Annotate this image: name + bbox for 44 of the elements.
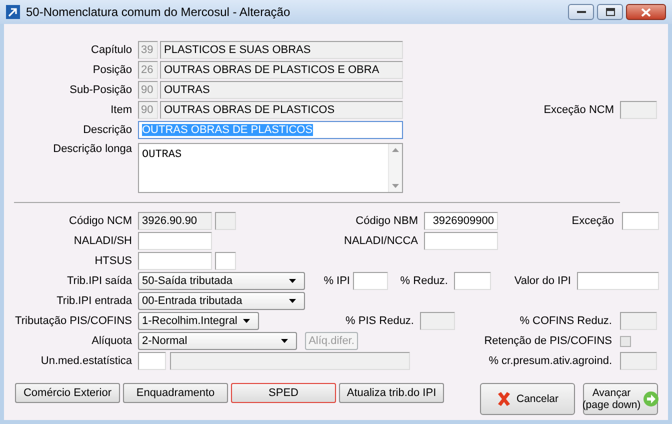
field-label: % IPI bbox=[322, 275, 350, 287]
field-label: HTSUS bbox=[94, 255, 132, 267]
window-title: 50-Nomenclatura comum do Mercosul - Alteração bbox=[26, 5, 292, 19]
section-button[interactable]: SPED bbox=[231, 383, 336, 403]
description-text: OUTRAS OBRAS DE PLASTICOS bbox=[142, 124, 313, 136]
field-label: Valor do IPI bbox=[513, 275, 571, 287]
field-label: Un.med.estatística bbox=[40, 355, 132, 367]
field-label: Retenção de PIS/COFINS bbox=[483, 335, 612, 347]
field-label: Código NBM bbox=[354, 215, 418, 227]
name-field[interactable]: OUTRAS bbox=[160, 81, 403, 99]
pis-cofins-dropdown[interactable]: 1-Recolhim.Integral bbox=[138, 312, 259, 330]
name-field[interactable]: PLASTICOS E SUAS OBRAS bbox=[160, 41, 403, 59]
long-description-field[interactable]: OUTRAS bbox=[138, 143, 403, 193]
field-label: Tributação PIS/COFINS bbox=[14, 315, 132, 327]
field-label: % cr.presum.ativ.agroind. bbox=[488, 355, 612, 367]
field-label: Posição bbox=[92, 64, 132, 76]
field-label: % PIS Reduz. bbox=[344, 315, 414, 327]
section-button[interactable]: Atualiza trib.do IPI bbox=[339, 383, 444, 403]
field-label: Trib.IPI saída bbox=[66, 275, 132, 287]
field-label: Exceção bbox=[570, 215, 614, 227]
field-label: Trib.IPI entrada bbox=[56, 295, 132, 307]
field-label: NALADI/SH bbox=[72, 235, 132, 247]
nbm-code-field[interactable]: 3926909900 bbox=[424, 212, 498, 230]
cancel-button[interactable]: Cancelar bbox=[480, 383, 575, 415]
field-label: Exceção NCM bbox=[542, 104, 614, 116]
name-field[interactable]: OUTRAS OBRAS DE PLASTICOS E OBRA bbox=[160, 61, 403, 79]
field-label: Sub-Posição bbox=[68, 84, 132, 96]
ipi-output-dropdown[interactable]: 50-Saída tributada bbox=[138, 272, 305, 290]
field-label: Alíquota bbox=[90, 335, 132, 347]
name-field[interactable]: OUTRAS OBRAS DE PLASTICOS bbox=[160, 101, 403, 119]
ipi-input-dropdown[interactable]: 00-Entrada tributada bbox=[138, 292, 305, 310]
field-label: NALADI/NCCA bbox=[343, 235, 418, 247]
ncm-code-field[interactable]: 3926.90.90 bbox=[138, 212, 212, 230]
field-label: Capítulo bbox=[90, 44, 132, 56]
field-label: Descrição bbox=[82, 124, 132, 136]
rate-dropdown[interactable]: 2-Normal bbox=[138, 332, 297, 350]
field-label: Item bbox=[110, 104, 132, 116]
field-label: % COFINS Reduz. bbox=[518, 315, 612, 327]
field-label: Código NCM bbox=[68, 215, 132, 227]
field-label: Descrição longa bbox=[52, 143, 132, 155]
section-button[interactable]: Enquadramento bbox=[123, 383, 228, 403]
section-button[interactable]: Comércio Exterior bbox=[15, 383, 120, 403]
field-label: % Reduz. bbox=[399, 275, 448, 287]
next-button[interactable]: Avançar (page down) bbox=[583, 383, 658, 415]
